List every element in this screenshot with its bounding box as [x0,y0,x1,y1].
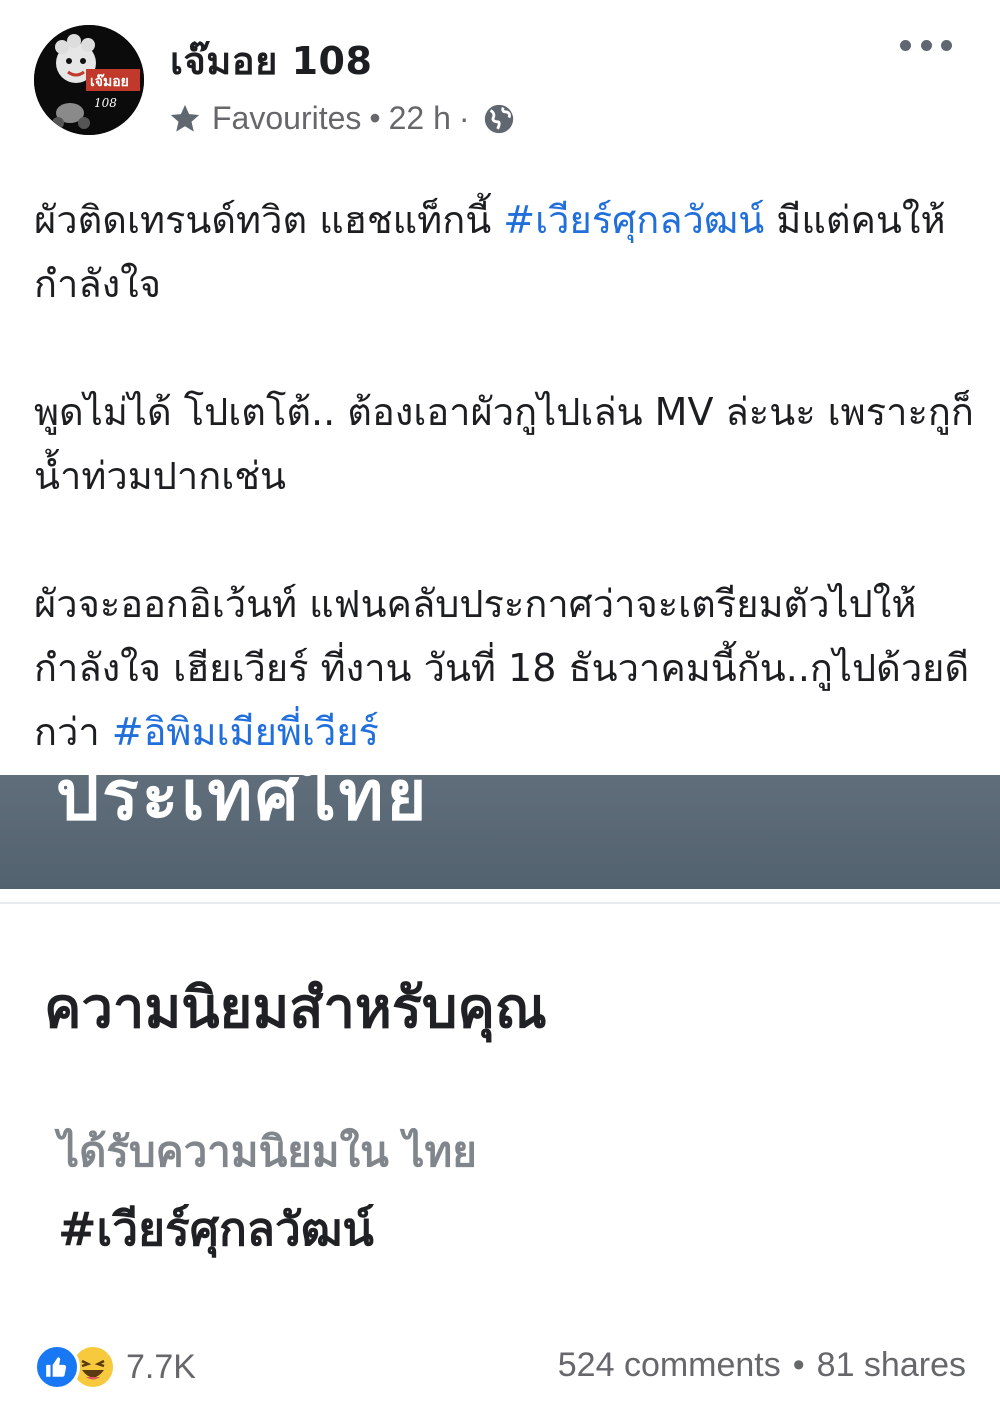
post-paragraph-3: ผัวจะออกอิเว้นท์ แฟนคลับประกาศว่าจะเตรีย… [34,572,974,764]
image-banner: ประเทศไทย [0,775,1000,889]
avatar-image: เจ๊มอย 108 [34,25,144,135]
author-avatar[interactable]: เจ๊มอย 108 [34,25,144,135]
meta-separator-2: · [458,100,470,136]
globe-icon [484,104,513,133]
post-meta: Favourites • 22 h · [168,100,516,137]
post-paragraph-2: พูดไม่ได้ โปเตโต้.. ต้องเอาผัวกูไปเล่น M… [34,390,974,498]
post-time[interactable]: 22 h [389,100,451,137]
more-options-icon[interactable] [900,30,952,60]
reactions-summary[interactable]: 7.7K [34,1344,196,1390]
shares-count[interactable]: 81 shares [817,1346,966,1385]
post-header: เจ๊มอย 108 เจ๊มอย 108 Favourites • 22 h … [0,0,1000,150]
paragraph-1-text: ผัวติดเทรนด์ทวิต แฮชแท็กนี้ [34,198,504,242]
post-image[interactable]: ประเทศไทย ความนิยมสำหรับคุณ ได้รับความนิ… [0,775,1000,1323]
avatar-subtext: 108 [94,96,117,110]
audience-label[interactable]: Favourites [212,100,361,137]
counts-separator: • [792,1346,805,1384]
banner-text: ประเทศไทย [56,775,430,836]
reaction-count: 7.7K [126,1347,196,1386]
hashtag-link-2[interactable]: #อิพิมเมียพี่เวียร์ [112,710,379,754]
post-paragraph-1: ผัวติดเทรนด์ทวิต แฮชแท็กนี้ #เวียร์ศุกลว… [34,188,974,316]
hashtag-link-1[interactable]: #เวียร์ศุกลวัฒน์ [503,198,764,242]
post-footer: 7.7K 524 comments • 81 shares [0,1330,1000,1400]
comments-count[interactable]: 524 comments [558,1346,781,1385]
trend-hashtag: #เวียร์ศุกลวัฒน์ [58,1202,374,1256]
author-name[interactable]: เจ๊มอย 108 [170,30,372,91]
engagement-counts: 524 comments • 81 shares [558,1346,966,1385]
image-divider [0,902,1000,904]
post-text: ผัวติดเทรนด์ทวิต แฮชแท็กนี้ #เวียร์ศุกลว… [34,188,974,764]
star-icon [170,104,200,132]
avatar-text: เจ๊มอย [90,73,129,90]
like-reaction-icon [34,1344,80,1390]
meta-separator: • [369,100,381,136]
popular-title: ความนิยมสำหรับคุณ [44,976,547,1041]
trend-subtitle: ได้รับความนิยมใน ไทย [58,1127,477,1176]
